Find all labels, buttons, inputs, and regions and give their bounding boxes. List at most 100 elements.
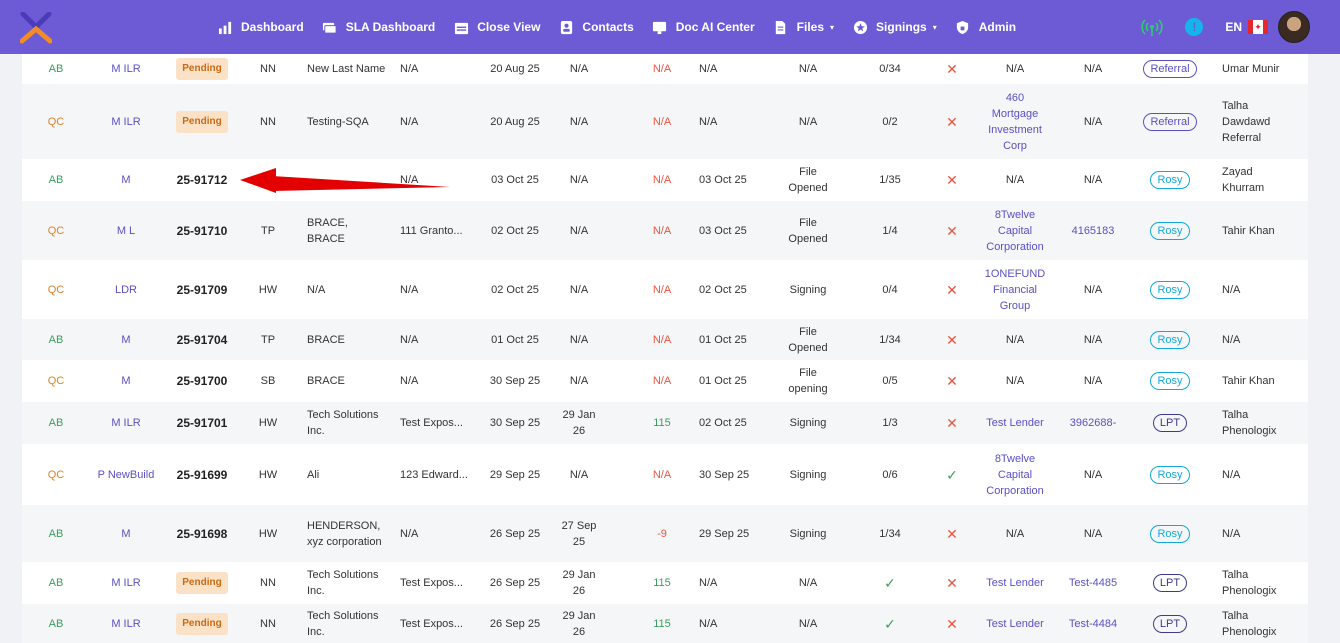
file-number-link[interactable]: 25-91709 bbox=[177, 282, 228, 298]
chevron-down-icon: ▾ bbox=[932, 22, 937, 32]
nav-contacts[interactable]: Contacts bbox=[558, 19, 634, 35]
type-text: M ILR bbox=[111, 63, 141, 75]
lender-link[interactable]: Test Lender bbox=[986, 415, 1043, 431]
nav-signings[interactable]: Signings ▾ bbox=[852, 19, 937, 35]
table-row[interactable]: QC M ILR Pending NN Testing-SQA N/A 20 Aug 25 N… bbox=[22, 84, 1308, 159]
nav-label: Doc AI Center bbox=[675, 20, 755, 34]
cell-closing: N/A bbox=[559, 159, 599, 201]
language-selector[interactable]: EN bbox=[1225, 20, 1242, 34]
lender-link[interactable]: Test Lender bbox=[986, 575, 1043, 591]
cell-rep: N/A bbox=[1222, 260, 1296, 319]
table-row[interactable]: AB M ILR Pending NN Tech Solutions Inc. Test … bbox=[22, 604, 1308, 643]
source-badge[interactable]: Rosy bbox=[1150, 524, 1190, 543]
rep-text: Talha Phenologix bbox=[1222, 609, 1277, 638]
cell-agent: TP bbox=[252, 319, 284, 360]
source-badge[interactable]: LPT bbox=[1152, 614, 1188, 633]
table-row[interactable]: QC M 25-91700 SB BRACE N/A 30 Sep 25 N/A N/A 01 O… bbox=[22, 360, 1308, 402]
user-avatar[interactable] bbox=[1278, 11, 1310, 43]
broadcast-signal-icon[interactable] bbox=[1141, 16, 1163, 38]
cell-type: M bbox=[96, 159, 156, 201]
cell-agent: HW bbox=[252, 402, 284, 444]
days-text: N/A bbox=[652, 333, 672, 346]
files-table: AB M ILR Pending NN New Last Name N/A 20 Aug 2… bbox=[22, 54, 1308, 643]
reference-link[interactable]: 4165183 bbox=[1072, 223, 1115, 239]
canada-flag-icon[interactable]: ✦ bbox=[1248, 20, 1268, 34]
lender-link[interactable]: Test Lender bbox=[986, 616, 1043, 632]
source-badge[interactable]: Rosy bbox=[1150, 171, 1190, 189]
source-badge[interactable]: Referral bbox=[1143, 60, 1197, 78]
status-text: File Opened bbox=[788, 325, 828, 354]
source-badge[interactable]: Referral bbox=[1143, 112, 1197, 131]
cell-closing: N/A bbox=[559, 444, 599, 505]
nav-files[interactable]: Files ▾ bbox=[773, 19, 834, 35]
source-badge[interactable]: LPT bbox=[1152, 414, 1188, 432]
info-icon[interactable]: ! bbox=[1185, 18, 1204, 36]
docs-text: 0/2 bbox=[882, 115, 898, 128]
logo-icon[interactable] bbox=[20, 12, 52, 44]
reference-link[interactable]: 3962688- bbox=[1070, 415, 1117, 431]
table-row[interactable]: AB M 25-91712 N/A 03 Oct 25 N/A N/A 03 Oct 25 Fi… bbox=[22, 159, 1308, 201]
cell-status: N/A bbox=[782, 84, 834, 159]
file-number-link[interactable]: 25-91710 bbox=[177, 223, 228, 239]
cell-source: Referral bbox=[1137, 54, 1203, 84]
lender-link[interactable]: 8Twelve Capital Corporation bbox=[982, 207, 1048, 255]
closing-text: N/A bbox=[569, 468, 589, 481]
lender-link[interactable]: 1ONEFUND Financial Group bbox=[982, 266, 1048, 314]
status-text: Signing bbox=[789, 283, 827, 296]
nav-doc-ai-center[interactable]: Doc AI Center bbox=[652, 19, 755, 35]
reference-link[interactable]: Test-4484 bbox=[1069, 616, 1117, 632]
cell-agent: TP bbox=[252, 201, 284, 260]
cell-docs: 1/34 bbox=[865, 319, 915, 360]
cell-created: 02 Oct 25 bbox=[485, 201, 545, 260]
borrower-text: N/A bbox=[307, 283, 326, 296]
source-badge[interactable]: Rosy bbox=[1150, 465, 1190, 484]
file-number-link[interactable]: 25-91704 bbox=[177, 332, 228, 348]
table-row[interactable]: AB M ILR Pending NN Tech Solutions Inc. Test … bbox=[22, 562, 1308, 604]
source-badge[interactable]: Rosy bbox=[1150, 221, 1190, 240]
cell-docs: 0/5 bbox=[865, 360, 915, 402]
lender-link[interactable]: 460 Mortgage Investment Corp bbox=[982, 90, 1048, 154]
cell-file: Pending bbox=[167, 604, 237, 643]
nav-sla-dashboard[interactable]: SLA Dashboard bbox=[322, 19, 435, 35]
created-text: 30 Sep 25 bbox=[489, 375, 541, 387]
cell-file: 25-91700 bbox=[167, 360, 237, 402]
table-row[interactable]: AB M 25-91704 TP BRACE N/A 01 Oct 25 N/A N/A 01 O… bbox=[22, 319, 1308, 360]
closing-text: N/A bbox=[569, 375, 589, 387]
file-number-link[interactable]: 25-91699 bbox=[177, 467, 228, 483]
cell-type: M bbox=[96, 360, 156, 402]
source-badge[interactable]: Rosy bbox=[1150, 280, 1190, 299]
nav-close-view[interactable]: Close View bbox=[453, 19, 540, 35]
table-row[interactable]: AB M ILR 25-91701 HW Tech Solutions Inc. Test… bbox=[22, 402, 1308, 444]
table-row[interactable]: QC M L 25-91710 TP BRACE, BRACE 111 Granto...… bbox=[22, 201, 1308, 260]
cell-status: N/A bbox=[782, 562, 834, 604]
table-row[interactable]: AB M ILR Pending NN New Last Name N/A 20 Aug 2… bbox=[22, 54, 1308, 84]
cell-prov: QC bbox=[36, 360, 76, 402]
file-number-link[interactable]: 25-91700 bbox=[177, 373, 228, 389]
file-number-link[interactable]: 25-91701 bbox=[177, 415, 228, 431]
cell-source: Referral bbox=[1137, 84, 1203, 159]
cell-created: 30 Sep 25 bbox=[485, 402, 545, 444]
status-text: Signing bbox=[789, 468, 827, 481]
lender-link[interactable]: 8Twelve Capital Corporation bbox=[982, 451, 1048, 499]
nav-admin[interactable]: Admin bbox=[955, 19, 1016, 35]
source-badge[interactable]: Rosy bbox=[1150, 330, 1190, 349]
cell-days: 115 bbox=[642, 604, 682, 643]
prov-text: AB bbox=[48, 63, 64, 75]
file-number-link[interactable]: 25-91698 bbox=[177, 526, 228, 542]
cell-closing: N/A bbox=[559, 260, 599, 319]
source-badge[interactable]: LPT bbox=[1152, 574, 1188, 592]
table-row[interactable]: QC LDR 25-91709 HW N/A N/A 02 Oct 25 N/A N/A 02 O… bbox=[22, 260, 1308, 319]
borrower-text: Tech Solutions Inc. bbox=[307, 609, 379, 638]
reference-link[interactable]: Test-4485 bbox=[1069, 575, 1117, 591]
table-row[interactable]: QC P NewBuild 25-91699 HW Ali 123 Edward... 29… bbox=[22, 444, 1308, 505]
x-icon: ✕ bbox=[946, 281, 958, 298]
status-text: File Opened bbox=[788, 216, 828, 245]
source-badge[interactable]: Rosy bbox=[1150, 372, 1190, 390]
table-row[interactable]: AB M 25-91698 HW HENDERSON, xyz corporation N… bbox=[22, 505, 1308, 562]
cell-type: M ILR bbox=[96, 402, 156, 444]
cash-icon bbox=[322, 19, 338, 35]
chart-icon bbox=[217, 19, 233, 35]
file-number-link[interactable]: 25-91712 bbox=[177, 172, 228, 188]
nav-dashboard[interactable]: Dashboard bbox=[217, 19, 304, 35]
cell-flag: ✕ bbox=[937, 562, 967, 604]
